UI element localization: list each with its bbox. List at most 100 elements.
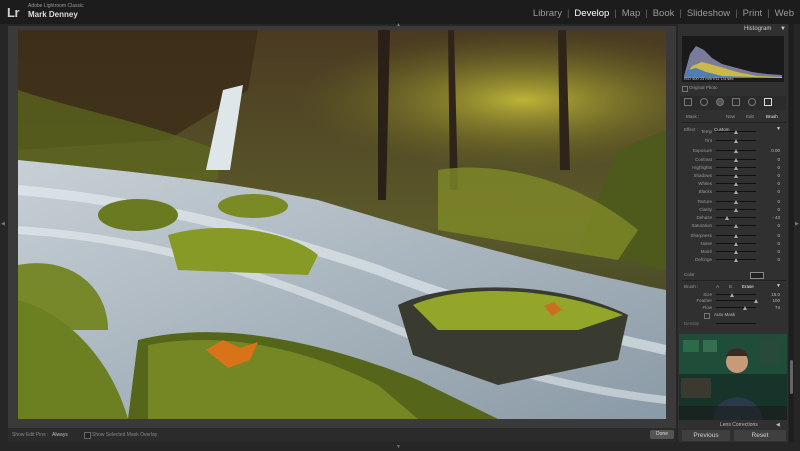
slider-knob[interactable] — [733, 174, 738, 178]
mask-overlay-checkbox[interactable] — [84, 432, 91, 439]
edit-pins-dropdown[interactable]: Always — [52, 432, 68, 438]
right-panel-toggle-icon[interactable]: ▶ — [795, 221, 799, 227]
slider-label: Highlights — [692, 165, 712, 170]
effect-collapse-icon[interactable]: ▼ — [776, 126, 781, 132]
panel-scrollbar-thumb[interactable] — [790, 360, 793, 394]
left-panel-toggle-icon[interactable]: ◀ — [1, 221, 5, 227]
original-photo-label: Original Photo — [689, 85, 718, 90]
slider-knob[interactable] — [733, 234, 738, 238]
slider-label: Shadows — [693, 173, 712, 178]
histogram-collapse-icon[interactable]: ▼ — [780, 26, 786, 32]
slider-knob[interactable] — [733, 208, 738, 212]
brush-setting-track[interactable] — [716, 307, 756, 308]
brush-setting-value[interactable]: 74 — [764, 305, 780, 310]
brush-setting-track[interactable] — [716, 294, 756, 295]
module-map[interactable]: Map — [622, 8, 640, 19]
module-separator: | — [566, 8, 570, 19]
module-develop[interactable]: Develop — [574, 8, 609, 19]
slider-value[interactable]: 0 — [764, 257, 780, 262]
brush-erase-button[interactable]: Erase — [742, 284, 754, 289]
density-slider-track[interactable] — [716, 323, 756, 324]
slider-value[interactable]: 0 — [764, 189, 780, 194]
module-slideshow[interactable]: Slideshow — [687, 8, 730, 19]
slider-value[interactable]: 0 — [764, 165, 780, 170]
brush-a-button[interactable]: A — [716, 284, 719, 289]
slider-label: Clarity — [699, 207, 712, 212]
slider-value[interactable]: 0 — [764, 199, 780, 204]
slider-label: Blacks — [698, 189, 712, 194]
panel-divider — [682, 122, 786, 123]
slider-knob[interactable] — [733, 139, 738, 143]
brush-collapse-icon[interactable]: ▼ — [776, 283, 781, 289]
slider-knob[interactable] — [733, 166, 738, 170]
module-separator: | — [767, 8, 770, 19]
landscape-photo[interactable] — [18, 30, 666, 419]
auto-mask-checkbox[interactable] — [704, 313, 710, 319]
slider-label: Noise — [700, 241, 712, 246]
lens-corrections-header[interactable]: Lens Corrections — [720, 422, 758, 428]
done-button[interactable]: Done — [650, 430, 674, 439]
brush-setting-label: Feather — [696, 298, 712, 303]
module-print[interactable]: Print — [743, 8, 763, 19]
reset-button[interactable]: Reset — [734, 430, 786, 441]
bottom-panel-toggle-icon[interactable]: ▼ — [396, 444, 401, 450]
histogram-exif-info: ISO 400 23 mm f/11 1/4 sec — [684, 76, 734, 81]
slider-knob[interactable] — [733, 250, 738, 254]
slider-value[interactable]: 0 — [764, 181, 780, 186]
brush-setting-track[interactable] — [716, 300, 756, 301]
module-book[interactable]: Book — [653, 8, 675, 19]
graduated-filter-icon[interactable] — [732, 98, 740, 106]
brush-setting-value[interactable]: 100 — [764, 298, 780, 303]
crop-tool-icon[interactable] — [684, 98, 692, 106]
slider-value[interactable]: 0 — [764, 223, 780, 228]
slider-knob[interactable] — [733, 224, 738, 228]
lens-corrections-collapse-icon[interactable]: ◀ — [776, 422, 780, 428]
slider-knob[interactable] — [733, 158, 738, 162]
original-photo-checkbox[interactable] — [682, 86, 688, 92]
slider-knob[interactable] — [733, 130, 738, 134]
slider-value[interactable]: 0 — [764, 249, 780, 254]
mask-edit-button[interactable]: Edit — [746, 114, 754, 119]
module-web[interactable]: Web — [775, 8, 794, 19]
brush-setting-value[interactable]: 15.0 — [764, 292, 780, 297]
brush-b-button[interactable]: B — [729, 284, 732, 289]
slider-knob[interactable] — [733, 190, 738, 194]
color-label: Color — [684, 272, 695, 277]
identity-plate: Mark Denney — [28, 10, 78, 19]
slider-knob[interactable] — [724, 216, 729, 220]
mask-brush-button[interactable]: Brush — [766, 114, 778, 119]
slider-value[interactable]: 0 — [764, 233, 780, 238]
slider-value[interactable]: 0 — [764, 173, 780, 178]
previous-button[interactable]: Previous — [682, 430, 730, 441]
slider-knob[interactable] — [733, 258, 738, 262]
slider-knob[interactable] — [733, 200, 738, 204]
brush-label: Brush : — [684, 284, 699, 289]
brush-setting-knob[interactable] — [753, 299, 758, 303]
slider-track[interactable] — [716, 217, 756, 218]
slider-value[interactable]: 0 — [764, 207, 780, 212]
slider-knob[interactable] — [733, 149, 738, 153]
brush-setting-label: Size — [703, 292, 712, 297]
slider-knob[interactable] — [733, 182, 738, 186]
brush-setting-label: Flow — [702, 305, 712, 310]
auto-mask-label: Auto Mask — [714, 312, 736, 317]
slider-value[interactable]: 0 — [764, 241, 780, 246]
slider-value[interactable]: 0.00 — [764, 148, 780, 153]
module-library[interactable]: Library — [533, 8, 562, 19]
slider-value[interactable]: 0 — [764, 157, 780, 162]
slider-label: Texture — [697, 199, 712, 204]
spot-removal-icon[interactable] — [700, 98, 708, 106]
adjustment-brush-icon[interactable] — [764, 98, 772, 106]
slider-label: Saturation — [691, 223, 712, 228]
histogram-title[interactable]: Histogram — [744, 26, 771, 32]
product-name: Adobe Lightroom Classic — [28, 3, 84, 9]
radial-filter-icon[interactable] — [748, 98, 756, 106]
brush-setting-knob[interactable] — [729, 293, 734, 297]
brush-setting-knob[interactable] — [743, 306, 748, 310]
color-swatch[interactable] — [750, 272, 764, 279]
slider-label: Tint — [704, 138, 712, 143]
mask-new-button[interactable]: New — [726, 114, 735, 119]
slider-knob[interactable] — [733, 242, 738, 246]
slider-value[interactable]: - 43 — [764, 215, 780, 220]
red-eye-icon[interactable] — [716, 98, 724, 106]
